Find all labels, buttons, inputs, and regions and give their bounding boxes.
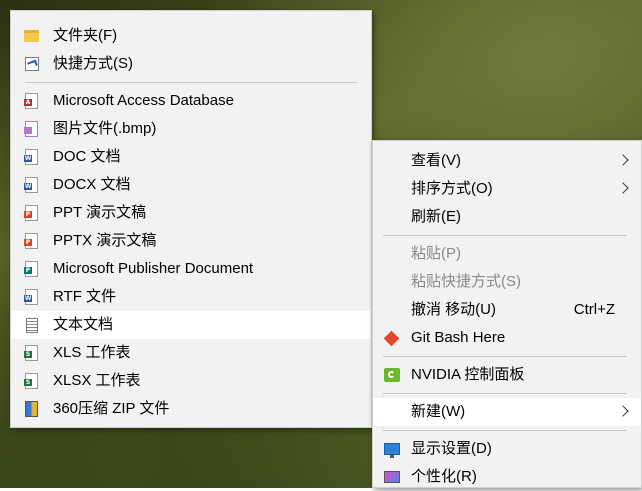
folder-icon bbox=[23, 27, 40, 45]
bitmap-icon bbox=[23, 120, 40, 138]
menu-separator bbox=[25, 82, 357, 83]
nvidia-control-panel-menu-item[interactable]: NVIDIA 控制面板 bbox=[373, 361, 641, 389]
item-label: 排序方式(O) bbox=[411, 180, 493, 197]
item-label: 文件夹(F) bbox=[53, 27, 118, 44]
item-label: 粘贴快捷方式(S) bbox=[411, 273, 521, 290]
access-icon: A bbox=[23, 92, 40, 110]
sort-by-menu-item[interactable]: 排序方式(O) bbox=[373, 175, 641, 203]
undo-move-menu-item[interactable]: 撤消 移动(U) Ctrl+Z bbox=[373, 296, 641, 324]
new-shortcut-item[interactable]: 快捷方式(S) bbox=[11, 50, 371, 78]
item-label: XLSX 工作表 bbox=[53, 372, 141, 389]
new-menu-item[interactable]: 新建(W) bbox=[373, 398, 641, 426]
refresh-menu-item[interactable]: 刷新(E) bbox=[373, 203, 641, 231]
xls-icon: S bbox=[23, 344, 40, 362]
rtf-icon: W bbox=[23, 288, 40, 306]
pptx-icon: P bbox=[23, 232, 40, 250]
shortcut-icon bbox=[23, 55, 40, 73]
item-label: NVIDIA 控制面板 bbox=[411, 366, 525, 383]
new-pptx-item[interactable]: P PPTX 演示文稿 bbox=[11, 227, 371, 255]
chevron-right-icon bbox=[617, 182, 629, 194]
new-text-document-item[interactable]: 文本文档 bbox=[11, 311, 371, 339]
item-label: 文本文档 bbox=[53, 316, 114, 333]
new-bitmap-item[interactable]: 图片文件(.bmp) bbox=[11, 115, 371, 143]
new-folder-item[interactable]: 文件夹(F) bbox=[11, 22, 371, 50]
menu-separator bbox=[383, 235, 627, 236]
item-label: RTF 文件 bbox=[53, 288, 117, 305]
item-label: PPTX 演示文稿 bbox=[53, 232, 157, 249]
item-label: Microsoft Publisher Document bbox=[53, 260, 254, 277]
chevron-right-icon bbox=[617, 154, 629, 166]
new-submenu: 文件夹(F) 快捷方式(S) A Microsoft Access Databa… bbox=[10, 10, 372, 428]
ppt-icon: P bbox=[23, 204, 40, 222]
new-zip-item[interactable]: 360压缩 ZIP 文件 bbox=[11, 395, 371, 423]
xlsx-icon: S bbox=[23, 372, 40, 390]
item-label: DOC 文档 bbox=[53, 148, 121, 165]
docx-icon: W bbox=[23, 176, 40, 194]
item-label: 显示设置(D) bbox=[411, 440, 492, 457]
item-label: 查看(V) bbox=[411, 152, 461, 169]
git-icon bbox=[383, 329, 400, 347]
desktop-context-menu: 查看(V) 排序方式(O) 刷新(E) 粘贴(P) 粘贴快捷方式(S) 撤消 移… bbox=[372, 140, 642, 488]
item-label: 图片文件(.bmp) bbox=[53, 120, 157, 137]
text-document-icon bbox=[23, 316, 40, 334]
paste-shortcut-menu-item: 粘贴快捷方式(S) bbox=[373, 268, 641, 296]
menu-separator bbox=[383, 430, 627, 431]
view-menu-item[interactable]: 查看(V) bbox=[373, 147, 641, 175]
menu-separator bbox=[383, 393, 627, 394]
item-label: DOCX 文档 bbox=[53, 176, 131, 193]
item-label: 360压缩 ZIP 文件 bbox=[53, 400, 170, 417]
menu-separator bbox=[383, 356, 627, 357]
doc-icon: W bbox=[23, 148, 40, 166]
display-settings-menu-item[interactable]: 显示设置(D) bbox=[373, 435, 641, 463]
item-label: PPT 演示文稿 bbox=[53, 204, 147, 221]
item-label: 快捷方式(S) bbox=[53, 55, 133, 72]
item-label: 新建(W) bbox=[411, 403, 466, 420]
item-label: 撤消 移动(U) bbox=[411, 301, 496, 318]
item-label: 个性化(R) bbox=[411, 468, 477, 485]
nvidia-icon bbox=[383, 366, 400, 384]
git-bash-here-menu-item[interactable]: Git Bash Here bbox=[373, 324, 641, 352]
publisher-icon: P bbox=[23, 260, 40, 278]
zip-icon bbox=[23, 400, 40, 418]
item-label: Git Bash Here bbox=[411, 329, 506, 346]
new-access-database-item[interactable]: A Microsoft Access Database bbox=[11, 87, 371, 115]
new-xls-item[interactable]: S XLS 工作表 bbox=[11, 339, 371, 367]
new-doc-item[interactable]: W DOC 文档 bbox=[11, 143, 371, 171]
chevron-right-icon bbox=[617, 405, 629, 417]
new-xlsx-item[interactable]: S XLSX 工作表 bbox=[11, 367, 371, 395]
keyboard-shortcut: Ctrl+Z bbox=[573, 301, 615, 318]
item-label: Microsoft Access Database bbox=[53, 92, 234, 109]
paste-menu-item: 粘贴(P) bbox=[373, 240, 641, 268]
display-settings-icon bbox=[383, 440, 400, 458]
personalize-menu-item[interactable]: 个性化(R) bbox=[373, 463, 641, 491]
new-ppt-item[interactable]: P PPT 演示文稿 bbox=[11, 199, 371, 227]
item-label: 粘贴(P) bbox=[411, 245, 461, 262]
new-rtf-item[interactable]: W RTF 文件 bbox=[11, 283, 371, 311]
new-publisher-item[interactable]: P Microsoft Publisher Document bbox=[11, 255, 371, 283]
item-label: 刷新(E) bbox=[411, 208, 461, 225]
item-label: XLS 工作表 bbox=[53, 344, 131, 361]
new-docx-item[interactable]: W DOCX 文档 bbox=[11, 171, 371, 199]
personalize-icon bbox=[383, 468, 400, 486]
